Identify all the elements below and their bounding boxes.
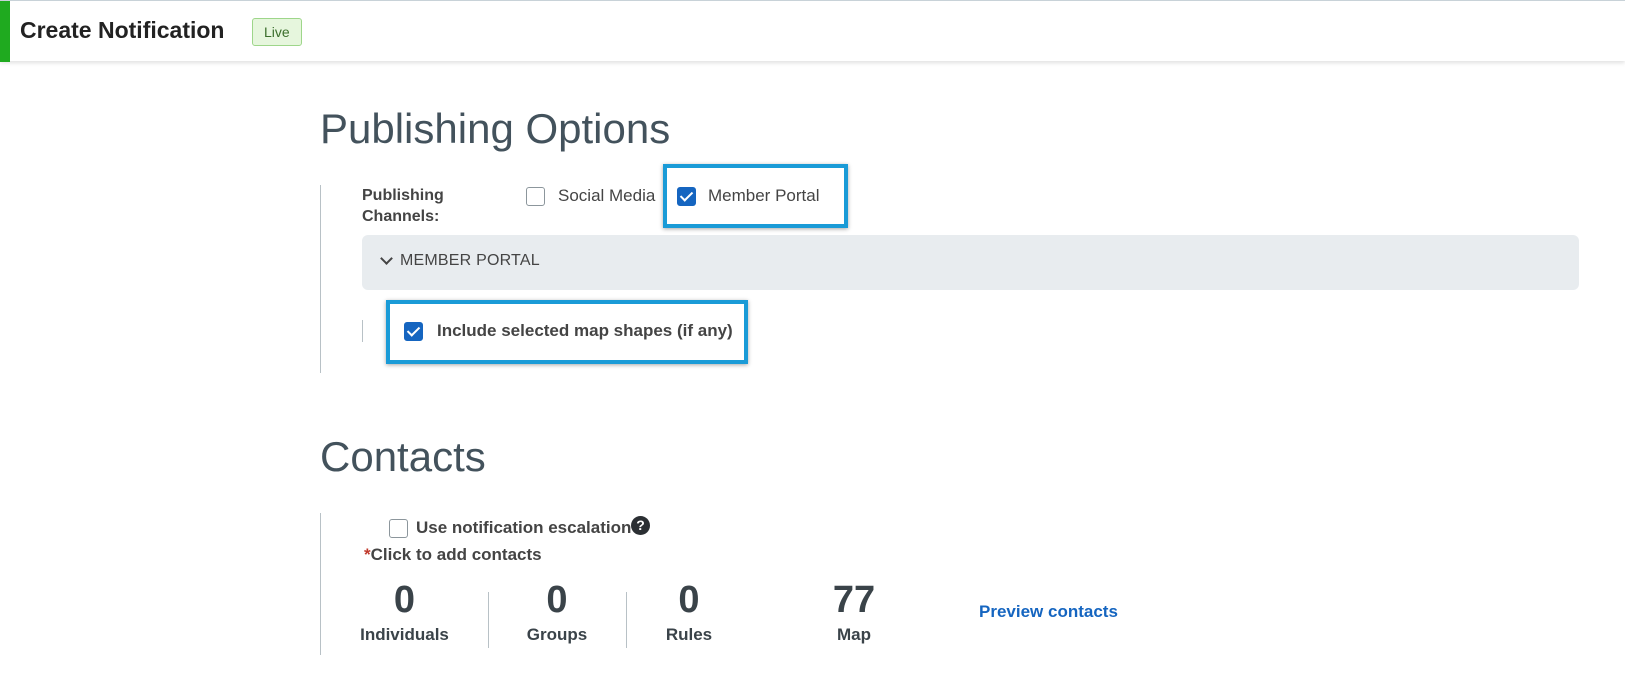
individuals-label: Individuals (360, 625, 449, 644)
member-portal-label[interactable]: Member Portal (708, 186, 819, 206)
page-title: Create Notification (20, 17, 225, 43)
map-count: 77 (832, 579, 876, 621)
escalation-label[interactable]: Use notification escalation (416, 518, 631, 538)
member-portal-panel-title: MEMBER PORTAL (400, 252, 540, 269)
include-shapes-checkbox[interactable] (404, 322, 423, 341)
question-circle-icon[interactable]: ? (631, 516, 650, 535)
groups-count: 0 (546, 579, 568, 621)
social-media-label[interactable]: Social Media (558, 186, 655, 206)
social-media-checkbox[interactable] (526, 187, 545, 206)
chevron-down-icon (380, 252, 393, 265)
panel-content-divider (362, 320, 363, 342)
page-header: Create Notification Live (0, 0, 1625, 62)
preview-contacts-link[interactable]: Preview contacts (979, 602, 1118, 622)
groups-stat[interactable]: 0 Groups (511, 580, 603, 645)
individuals-stat[interactable]: 0 Individuals (352, 580, 457, 645)
map-stat[interactable]: 77 Map (812, 580, 896, 645)
map-label: Map (837, 625, 871, 644)
groups-label: Groups (526, 625, 588, 644)
stat-divider (626, 592, 627, 648)
publishing-options-heading: Publishing Options (320, 105, 671, 152)
add-contacts-text: Click to add contacts (370, 545, 542, 564)
status-badge: Live (252, 18, 302, 46)
include-shapes-label[interactable]: Include selected map shapes (if any) (437, 321, 733, 341)
required-marker: * (364, 545, 371, 564)
publishing-section-divider (320, 185, 321, 373)
contacts-heading: Contacts (320, 433, 486, 480)
stat-divider (488, 592, 489, 648)
escalation-checkbox[interactable] (389, 519, 408, 538)
publishing-channels-label: Publishing Channels: (362, 187, 444, 225)
member-portal-panel-header[interactable]: MEMBER PORTAL (362, 235, 1579, 290)
add-contacts-label[interactable]: *Click to add contacts (364, 545, 542, 565)
rules-label: Rules (665, 625, 713, 644)
rules-stat[interactable]: 0 Rules (650, 580, 728, 645)
member-portal-checkbox[interactable] (677, 187, 696, 206)
contacts-section-divider (320, 513, 321, 655)
header-accent-bar (0, 1, 10, 62)
individuals-count: 0 (393, 579, 416, 621)
rules-count: 0 (678, 579, 700, 621)
